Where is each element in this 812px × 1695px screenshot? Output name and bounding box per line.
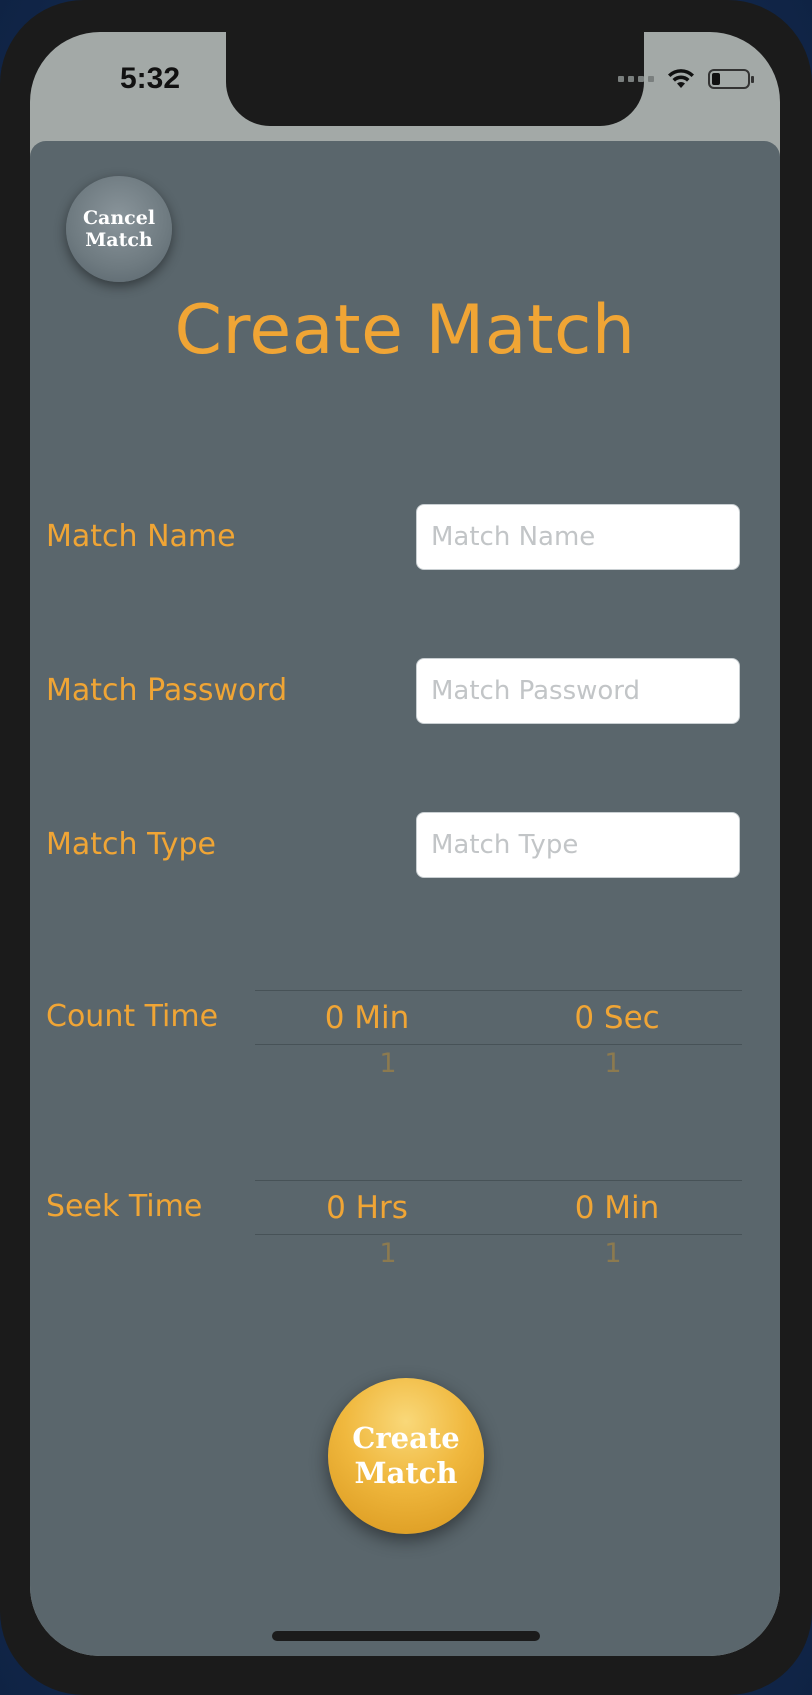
battery-icon xyxy=(708,69,754,89)
status-time: 5:32 xyxy=(119,62,181,95)
seek-time-minutes-next[interactable]: 1 xyxy=(583,1238,643,1269)
modal-sheet: Cancel Match Create Match Match Name Mat… xyxy=(30,141,780,1656)
seek-time-minutes-value[interactable]: 0 Min xyxy=(517,1190,717,1226)
match-name-input[interactable] xyxy=(416,504,740,570)
count-time-picker[interactable]: 0 Min 0 Sec 1 1 xyxy=(255,990,742,1079)
signal-dots-icon xyxy=(618,76,654,82)
match-type-label: Match Type xyxy=(46,827,216,862)
match-name-label: Match Name xyxy=(46,519,236,554)
status-icons xyxy=(618,68,754,90)
page-title: Create Match xyxy=(174,291,636,370)
device-notch xyxy=(226,32,644,126)
picker-selection-top-line xyxy=(255,1180,742,1181)
picker-selection-top-line xyxy=(255,990,742,991)
battery-level xyxy=(712,73,720,85)
cancel-match-button[interactable]: Cancel Match xyxy=(66,176,172,282)
seek-time-hours-next[interactable]: 1 xyxy=(358,1238,418,1269)
match-type-input[interactable] xyxy=(416,812,740,878)
picker-selection-bottom-line xyxy=(255,1044,742,1045)
count-time-minutes-value[interactable]: 0 Min xyxy=(267,1000,467,1036)
seek-time-hours-value[interactable]: 0 Hrs xyxy=(267,1190,467,1226)
match-password-label: Match Password xyxy=(46,673,288,708)
match-password-input[interactable] xyxy=(416,658,740,724)
app-screen: 5:32 Cancel Match Create Match Match Nam… xyxy=(30,32,780,1656)
seek-time-picker[interactable]: 0 Hrs 0 Min 1 1 xyxy=(255,1180,742,1269)
wifi-icon xyxy=(668,69,694,88)
picker-selection-bottom-line xyxy=(255,1234,742,1235)
count-time-minutes-next[interactable]: 1 xyxy=(358,1048,418,1079)
home-indicator[interactable] xyxy=(272,1631,540,1641)
count-time-seconds-value[interactable]: 0 Sec xyxy=(517,1000,717,1036)
count-time-label: Count Time xyxy=(46,999,219,1034)
count-time-seconds-next[interactable]: 1 xyxy=(583,1048,643,1079)
seek-time-label: Seek Time xyxy=(46,1189,203,1224)
create-match-button[interactable]: Create Match xyxy=(328,1378,484,1534)
